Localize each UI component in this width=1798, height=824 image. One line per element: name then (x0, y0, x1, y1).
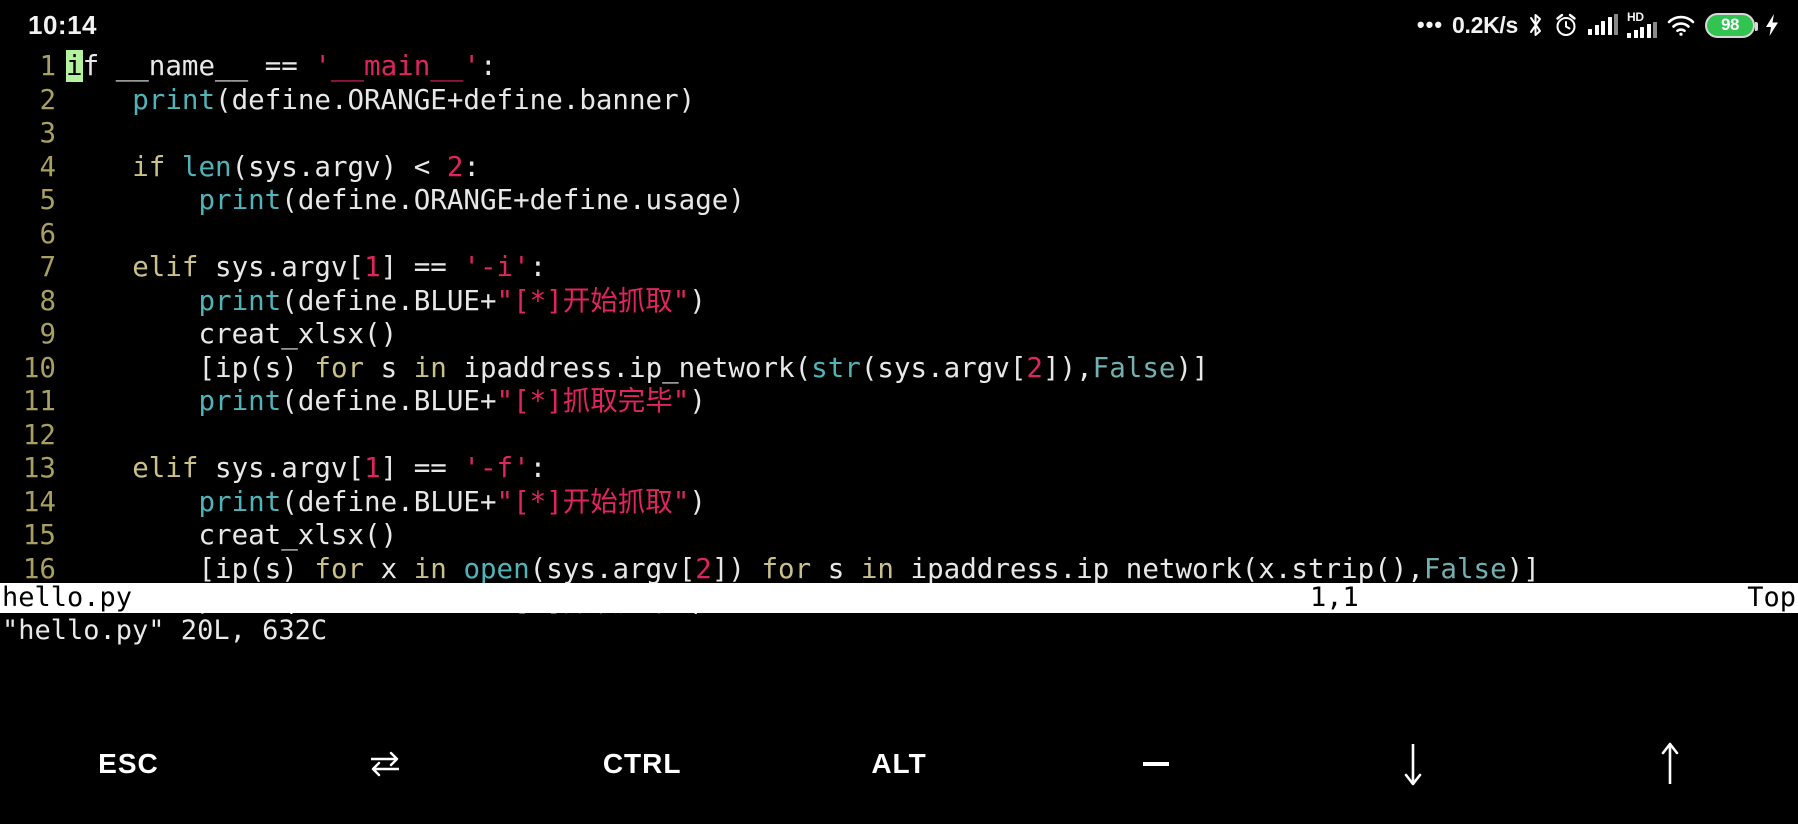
line-content[interactable]: [ip(s) for x in open(sys.argv[2]) for s … (56, 553, 1798, 587)
line-number: 5 (39, 184, 56, 216)
vim-editor-buffer[interactable]: 1 if __name__ == '__main__': 2 print(defin… (0, 50, 1798, 652)
editor-line[interactable]: 10 [ip(s) for s in ipaddress.ip_network(… (0, 352, 1798, 386)
line-content[interactable]: print(define.ORANGE+define.usage) (56, 184, 1798, 218)
line-number: 3 (39, 117, 56, 149)
line-content[interactable]: print(define.BLUE+"[*]开始抓取") (56, 285, 1798, 319)
status-line-filename: hello.py (2, 582, 133, 613)
line-content[interactable]: elif sys.argv[1] == '-i': (56, 251, 1798, 285)
line-content[interactable]: creat_xlsx() (56, 519, 1798, 553)
editor-line[interactable]: 1 if __name__ == '__main__': (0, 50, 1798, 84)
status-line-cursor-position: 1,1 (1310, 582, 1359, 613)
terminal-extra-keys-bar: ESC CTRL ALT (0, 704, 1798, 824)
status-icons-group: ••• 0.2K/s HD 98 (1416, 10, 1780, 39)
minus-icon (1141, 759, 1171, 769)
text-cursor: i (66, 50, 83, 82)
line-number: 1 (39, 50, 56, 82)
line-number: 15 (22, 519, 56, 551)
arrow-down-icon (1401, 741, 1425, 787)
line-content[interactable]: print(define.ORANGE+define.banner) (56, 84, 1798, 118)
battery-indicator: 98 (1705, 12, 1758, 38)
line-content[interactable]: if __name__ == '__main__': (56, 50, 1798, 84)
editor-line[interactable]: 13 elif sys.argv[1] == '-f': (0, 452, 1798, 486)
line-number: 8 (39, 284, 56, 317)
line-content[interactable]: print(define.BLUE+"[*]抓取完毕") (56, 385, 1798, 419)
editor-line[interactable]: 4 if len(sys.argv) < 2: (0, 151, 1798, 185)
line-number: 4 (39, 150, 56, 183)
hd-bars (1627, 22, 1657, 38)
bluetooth-icon (1527, 12, 1544, 38)
key-minus[interactable] (1027, 704, 1284, 824)
editor-line[interactable]: 15 creat_xlsx() (0, 519, 1798, 553)
key-ctrl-label: CTRL (602, 748, 682, 779)
network-speed-label: 0.2K/s (1452, 11, 1518, 38)
key-arrow-up[interactable] (1541, 704, 1798, 824)
line-content[interactable]: if len(sys.argv) < 2: (56, 151, 1798, 185)
line-number: 7 (39, 251, 56, 283)
key-tab[interactable] (257, 704, 514, 824)
hd-label: HD (1627, 10, 1644, 24)
battery-level-label: 98 (1721, 15, 1739, 34)
line-number: 14 (22, 485, 56, 518)
key-esc[interactable]: ESC (0, 704, 257, 824)
line-number: 10 (22, 351, 56, 384)
wifi-icon (1666, 13, 1696, 37)
line-number: 13 (22, 452, 56, 484)
status-line-scroll-indicator: Top (1747, 582, 1796, 613)
line-number: 6 (39, 217, 56, 250)
line-content[interactable]: [ip(s) for s in ipaddress.ip_network(str… (56, 352, 1798, 386)
vim-command-line[interactable]: "hello.py" 20L, 632C (0, 614, 1798, 648)
editor-line[interactable]: 14 print(define.BLUE+"[*]开始抓取") (0, 486, 1798, 520)
editor-line[interactable]: 6 (0, 218, 1798, 252)
arrow-up-icon (1658, 741, 1682, 787)
phone-screen: 10:14 ••• 0.2K/s HD 98 1 if __name__ == … (0, 0, 1798, 824)
status-clock: 10:14 (28, 9, 97, 40)
line-content[interactable]: creat_xlsx() (56, 318, 1798, 352)
line-number: 9 (39, 318, 56, 350)
key-alt[interactable]: ALT (771, 704, 1028, 824)
editor-line[interactable]: 7 elif sys.argv[1] == '-i': (0, 251, 1798, 285)
charging-bolt-icon (1764, 12, 1780, 38)
editor-line[interactable]: 11 print(define.BLUE+"[*]抓取完毕") (0, 385, 1798, 419)
line-content[interactable]: elif sys.argv[1] == '-f': (56, 452, 1798, 486)
line-number: 16 (22, 552, 56, 585)
editor-line[interactable]: 8 print(define.BLUE+"[*]开始抓取") (0, 285, 1798, 319)
vim-status-line: hello.py 1,1 Top (0, 583, 1798, 613)
tab-icon (367, 748, 403, 780)
line-number: 2 (39, 83, 56, 116)
editor-line[interactable]: 9 creat_xlsx() (0, 318, 1798, 352)
editor-line[interactable]: 3 (0, 117, 1798, 151)
editor-line[interactable]: 5 print(define.ORANGE+define.usage) (0, 184, 1798, 218)
signal-bars-icon (1588, 14, 1618, 35)
line-number: 12 (22, 418, 56, 451)
hd-signal-bars-icon: HD (1627, 10, 1657, 38)
android-status-bar: 10:14 ••• 0.2K/s HD 98 (0, 0, 1798, 50)
key-alt-label: ALT (871, 748, 927, 779)
alarm-clock-icon (1553, 12, 1579, 38)
line-content[interactable]: print(define.BLUE+"[*]开始抓取") (56, 486, 1798, 520)
line-number: 11 (22, 385, 56, 417)
editor-line[interactable]: 2 print(define.ORANGE+define.banner) (0, 84, 1798, 118)
key-arrow-down[interactable] (1284, 704, 1541, 824)
key-esc-label: ESC (98, 748, 159, 779)
editor-line[interactable]: 16 [ip(s) for x in open(sys.argv[2]) for… (0, 553, 1798, 587)
network-dots-icon: ••• (1416, 12, 1444, 38)
editor-line[interactable]: 12 (0, 419, 1798, 453)
key-ctrl[interactable]: CTRL (514, 704, 771, 824)
